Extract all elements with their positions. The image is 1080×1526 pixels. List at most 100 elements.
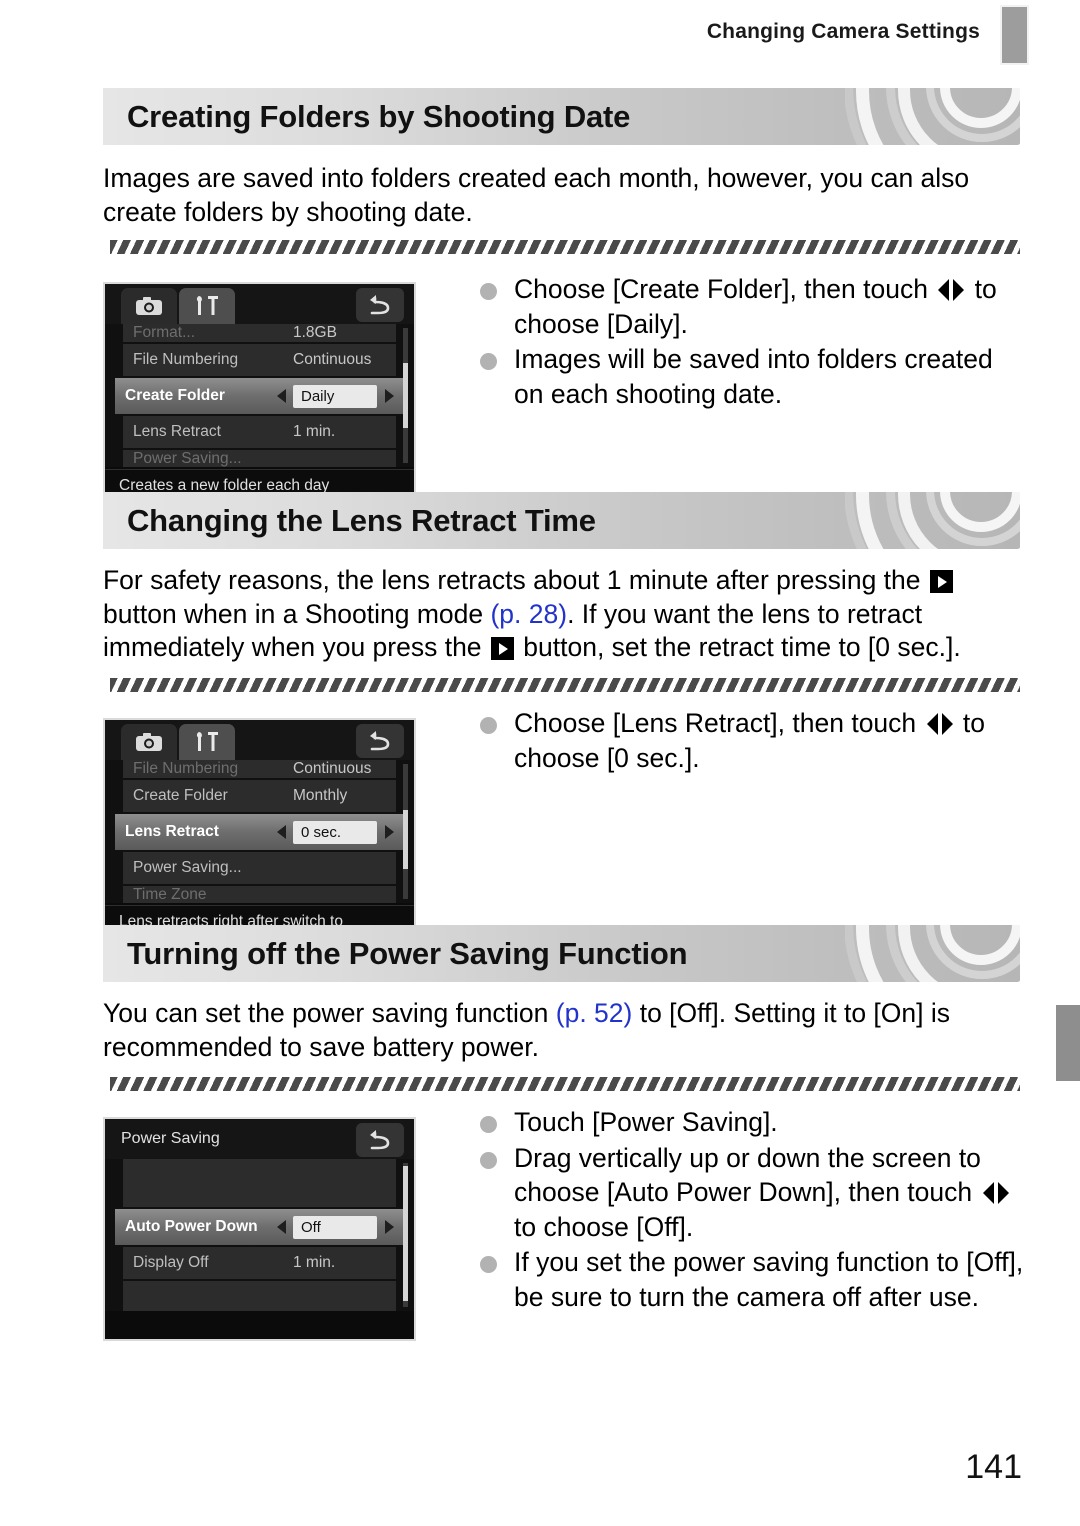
menu-row-label: Time Zone	[133, 886, 207, 903]
menu-row-label: Power Saving...	[133, 450, 242, 467]
menu-scrollbar[interactable]	[403, 1163, 408, 1307]
bullet-dot-icon	[480, 353, 497, 370]
section-heading-2: Changing the Lens Retract Time	[127, 502, 596, 538]
right-caret-icon[interactable]	[385, 389, 394, 403]
menu-row-label: Format...	[133, 324, 196, 341]
menu-row-value: 1.8GB	[293, 324, 337, 341]
bullet-dot-icon	[480, 283, 497, 300]
menu-row-selected[interactable]: Create Folder Daily	[115, 378, 404, 414]
list-item-text: Images will be saved into folders create…	[514, 344, 993, 409]
hatched-separator-3	[110, 1077, 1020, 1091]
left-caret-icon[interactable]	[277, 825, 286, 839]
wrench-screwdriver-icon[interactable]	[179, 288, 235, 324]
menu-row[interactable]: Power Saving...	[123, 852, 396, 884]
menu-scrollbar-thumb[interactable]	[403, 809, 408, 870]
right-caret-icon[interactable]	[385, 825, 394, 839]
right-caret-icon[interactable]	[385, 1220, 394, 1234]
return-arrow-icon[interactable]	[356, 288, 404, 322]
menu-row-label: Create Folder	[133, 787, 228, 804]
instruction-list-1: Choose [Create Folder], then touch to ch…	[478, 272, 1026, 412]
menu-row[interactable]: Display Off 1 min.	[123, 1247, 396, 1279]
list-item-text: Drag vertically up or down the screen to…	[514, 1143, 1012, 1242]
menu-row-value: Continuous	[293, 760, 372, 777]
menu-scrollbar[interactable]	[403, 328, 408, 463]
menu-row-value: 0 sec.	[293, 820, 377, 844]
menu-row-value: Daily	[293, 384, 377, 408]
lcd-tab-bar	[105, 720, 414, 760]
menu-row[interactable]: Time Zone	[123, 886, 396, 903]
left-caret-icon[interactable]	[277, 389, 286, 403]
menu-row-label: Lens Retract	[133, 423, 221, 440]
menu-row-selected[interactable]: Auto Power Down Off	[115, 1209, 404, 1245]
menu-row-value: 1 min.	[293, 423, 336, 440]
list-item: Touch [Power Saving].	[478, 1105, 1026, 1140]
menu-row-label: File Numbering	[133, 351, 239, 368]
playback-button-icon	[490, 637, 514, 660]
menu-row-value: Continuous	[293, 351, 372, 368]
lcd-bottom-padding	[105, 1313, 414, 1339]
playback-button-icon	[929, 570, 953, 593]
section-heading-bar-2: Changing the Lens Retract Time	[103, 492, 1020, 549]
list-item-text: Choose [Lens Retract], then touch to cho…	[514, 708, 985, 773]
lcd-menu-rows: File Numbering Continuous Create Folder …	[105, 760, 414, 903]
submenu-title: Power Saving	[121, 1130, 220, 1147]
left-caret-icon[interactable]	[277, 1220, 286, 1234]
bullet-dot-icon	[480, 1116, 497, 1133]
page-number: 141	[965, 1448, 1022, 1486]
menu-row-label: Display Off	[133, 1254, 209, 1271]
heading-swirl-decoration-icon	[845, 492, 1020, 549]
section-body-2: For safety reasons, the lens retracts ab…	[103, 565, 961, 662]
return-arrow-icon[interactable]	[356, 724, 404, 758]
menu-row-empty	[123, 1281, 396, 1311]
heading-swirl-decoration-icon	[845, 925, 1020, 982]
list-item-text: Choose [Create Folder], then touch to ch…	[514, 274, 997, 339]
menu-row[interactable]: Format... 1.8GB	[123, 324, 396, 342]
left-right-arrows-icon	[983, 1182, 1009, 1204]
menu-row-label: Power Saving...	[133, 859, 242, 876]
camera-icon[interactable]	[121, 724, 177, 760]
menu-scrollbar-thumb[interactable]	[403, 363, 408, 428]
menu-row-selected[interactable]: Lens Retract 0 sec.	[115, 814, 404, 850]
hatched-separator-1	[110, 240, 1020, 254]
camera-screen-power-saving: Power Saving Auto Power Down Off Display…	[103, 1117, 416, 1341]
menu-row-label: File Numbering	[133, 760, 239, 777]
left-right-arrows-icon	[927, 713, 953, 735]
menu-row-empty	[123, 1159, 396, 1207]
bullet-dot-icon	[480, 717, 497, 734]
section-heading-3: Turning off the Power Saving Function	[127, 935, 688, 971]
submenu-title-bar: Power Saving	[105, 1119, 414, 1159]
header-chapter-tab-marker	[1000, 5, 1029, 65]
lcd-menu-rows: Format... 1.8GB File Numbering Continuou…	[105, 324, 414, 467]
menu-row[interactable]: Power Saving...	[123, 450, 396, 467]
section-heading-bar-1: Creating Folders by Shooting Date	[103, 88, 1020, 145]
list-item: Drag vertically up or down the screen to…	[478, 1141, 1026, 1245]
wrench-screwdriver-icon[interactable]	[179, 724, 235, 760]
menu-row-value: 1 min.	[293, 1254, 336, 1271]
instruction-list-2: Choose [Lens Retract], then touch to cho…	[478, 706, 1026, 776]
camera-screen-lens-retract: File Numbering Continuous Create Folder …	[103, 718, 416, 959]
menu-row-label: Create Folder	[125, 387, 225, 404]
menu-row[interactable]: Lens Retract 1 min.	[123, 416, 396, 448]
menu-row-label: Auto Power Down	[125, 1218, 258, 1235]
menu-row[interactable]: Create Folder Monthly	[123, 780, 396, 812]
list-item: Images will be saved into folders create…	[478, 342, 1026, 411]
section-body-3: You can set the power saving function (p…	[103, 998, 951, 1062]
heading-swirl-decoration-icon	[845, 88, 1020, 145]
camera-icon[interactable]	[121, 288, 177, 324]
section-heading-1: Creating Folders by Shooting Date	[127, 98, 631, 134]
return-arrow-icon[interactable]	[356, 1123, 404, 1157]
list-item: If you set the power saving function to …	[478, 1245, 1026, 1314]
menu-scrollbar-thumb[interactable]	[403, 1165, 408, 1302]
list-item-text: If you set the power saving function to …	[514, 1247, 1024, 1312]
menu-scrollbar[interactable]	[403, 764, 408, 899]
hatched-separator-2	[110, 678, 1020, 692]
page-reference-link[interactable]: (p. 28)	[490, 599, 567, 629]
camera-screen-create-folder: Format... 1.8GB File Numbering Continuou…	[103, 282, 416, 505]
left-right-arrows-icon	[938, 279, 964, 301]
section-body-1: Images are saved into folders created ea…	[103, 163, 970, 227]
page-reference-link[interactable]: (p. 52)	[556, 998, 633, 1028]
instruction-list-3: Touch [Power Saving]. Drag vertically up …	[478, 1105, 1026, 1315]
running-header-title: Changing Camera Settings	[706, 20, 980, 43]
menu-row[interactable]: File Numbering Continuous	[123, 344, 396, 376]
menu-row[interactable]: File Numbering Continuous	[123, 760, 396, 778]
